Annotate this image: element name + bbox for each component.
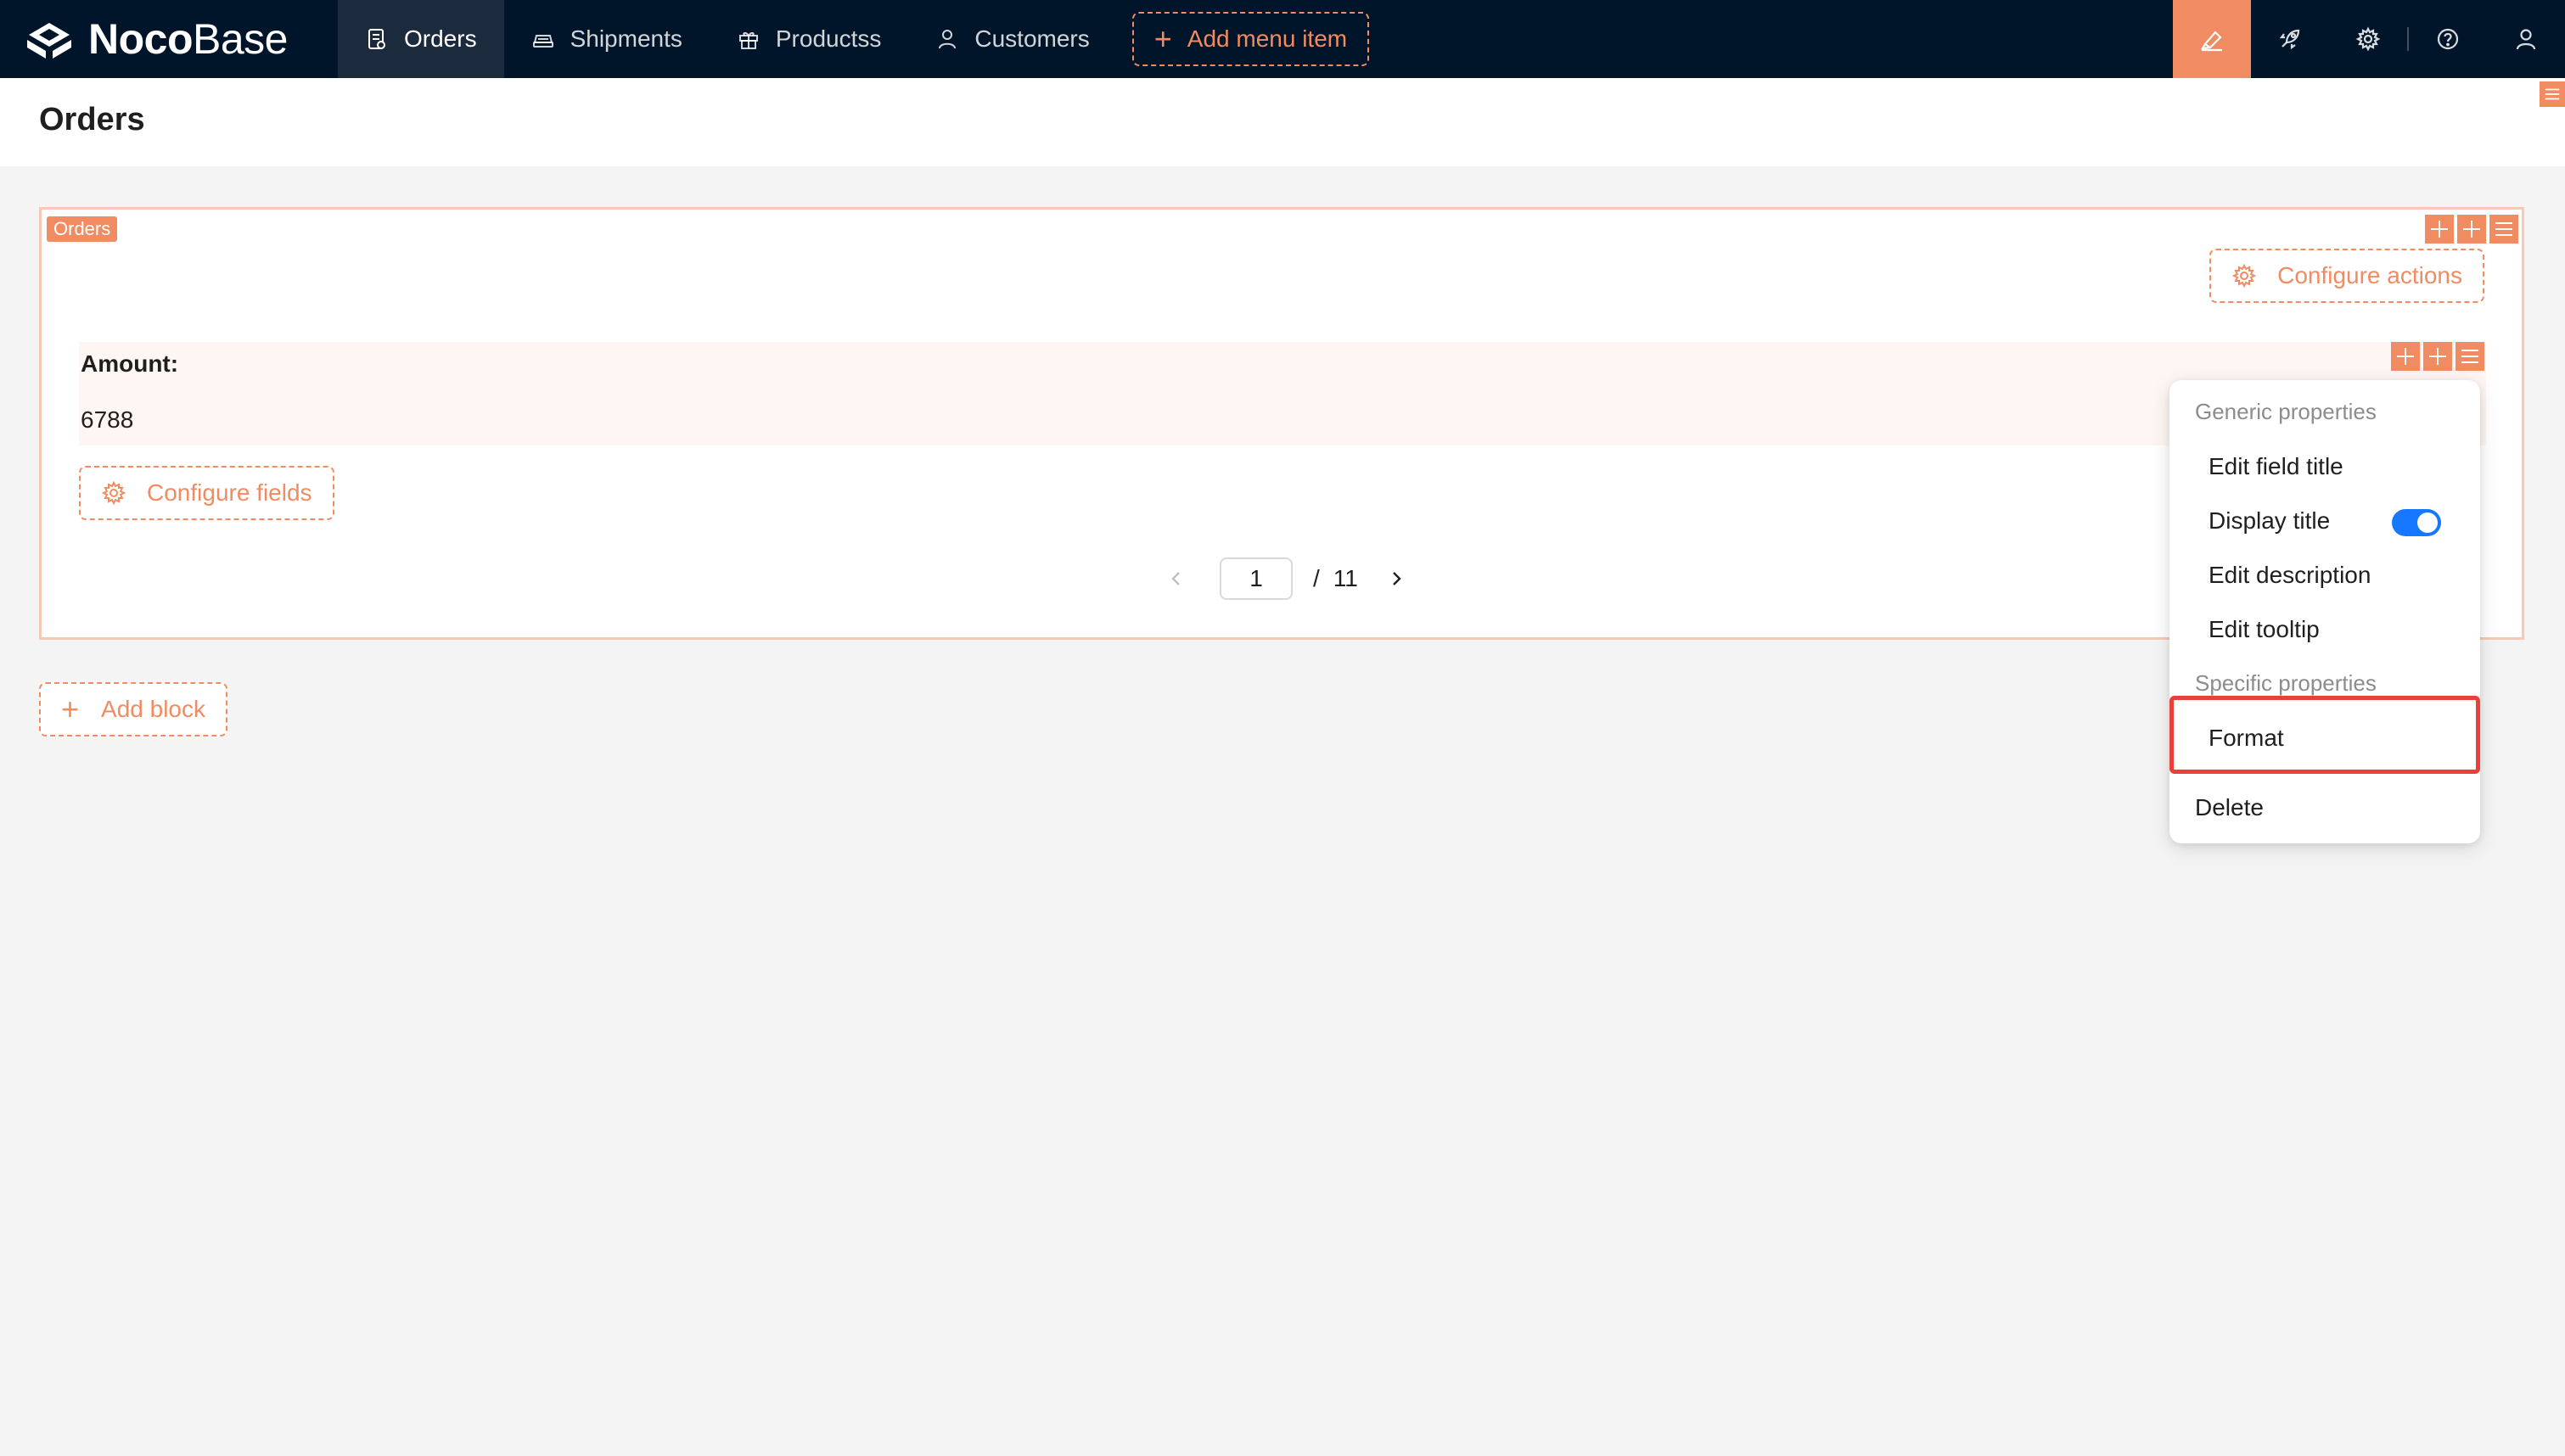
plus-icon <box>2463 221 2480 238</box>
nav-item-shipments[interactable]: Shipments <box>504 0 710 78</box>
field-drag-handle[interactable] <box>2391 342 2420 371</box>
user-icon <box>2516 29 2536 50</box>
page-settings-menu-button[interactable] <box>2540 81 2565 107</box>
field-label-text: Amount <box>81 350 171 377</box>
nav-item-label: Shipments <box>570 25 682 52</box>
pagination: / 11 <box>1155 557 1417 600</box>
add-block-button[interactable]: + Add block <box>39 682 227 736</box>
page-separator: / <box>1313 565 1320 591</box>
plus-icon: + <box>61 692 80 726</box>
menu-icon <box>2461 350 2478 363</box>
chevron-right-icon <box>1393 572 1401 585</box>
user-profile-button[interactable] <box>2487 0 2565 78</box>
chevron-left-icon <box>1171 572 1180 585</box>
file-icon <box>368 29 385 49</box>
page-header: Orders <box>0 78 2565 166</box>
block-drag-handle[interactable] <box>2425 215 2454 244</box>
logo-icon <box>27 23 71 59</box>
help-button[interactable] <box>2409 0 2487 78</box>
specific-properties-heading: Specific properties <box>2195 670 2377 696</box>
amount-field[interactable]: Amount: 6788 <box>79 342 2486 445</box>
field-settings-dropdown: Generic properties Edit field title Disp… <box>2169 380 2480 843</box>
drag-icon <box>2397 348 2414 365</box>
logo-text-bold: Noco <box>88 15 194 63</box>
block-toolbar <box>2425 215 2518 244</box>
prev-page-button[interactable] <box>1155 557 1198 600</box>
delete-item[interactable]: Delete <box>2195 794 2264 821</box>
car-icon <box>532 35 553 48</box>
nav-item-label: Productss <box>775 25 882 52</box>
plus-icon <box>2429 348 2446 365</box>
plugin-manager-button[interactable] <box>2251 0 2329 78</box>
next-page-button[interactable] <box>1375 557 1417 600</box>
top-right-toolbar <box>2173 0 2565 78</box>
configure-fields-label: Configure fields <box>147 479 312 506</box>
gear-icon <box>2231 263 2257 288</box>
edit-description-item[interactable]: Edit description <box>2209 562 2371 589</box>
top-navigation-bar: NocoBase Orders Shipments Productss Cust… <box>0 0 2565 78</box>
gear-icon <box>101 480 126 506</box>
nav-item-label: Orders <box>404 25 477 52</box>
nav-item-label: Customers <box>974 25 1090 52</box>
generic-properties-heading: Generic properties <box>2195 399 2377 424</box>
details-block: Orders Configure actions Amount: 6788 Co… <box>39 207 2524 640</box>
block-settings-button[interactable] <box>2489 215 2518 244</box>
display-title-toggle[interactable] <box>2392 509 2441 536</box>
settings-button[interactable] <box>2329 0 2407 78</box>
nav-item-orders[interactable]: Orders <box>338 0 504 78</box>
logo-text: NocoBase <box>88 14 288 64</box>
configure-actions-button[interactable]: Configure actions <box>2209 249 2484 303</box>
question-icon <box>2437 28 2459 50</box>
add-menu-item-button[interactable]: + Add menu item <box>1131 12 1370 66</box>
field-insert-button[interactable] <box>2423 342 2452 371</box>
edit-tooltip-item[interactable]: Edit tooltip <box>2209 616 2320 643</box>
menu-icon <box>2495 222 2512 236</box>
page-title: Orders <box>39 102 145 137</box>
plus-icon: + <box>1153 21 1172 56</box>
nav-item-products[interactable]: Productss <box>710 0 909 78</box>
gift-icon <box>738 31 758 49</box>
field-settings-button[interactable] <box>2456 342 2484 371</box>
toggle-knob <box>2417 512 2438 533</box>
field-toolbar <box>2391 342 2484 371</box>
add-menu-item-label: Add menu item <box>1187 25 1348 52</box>
nocobase-logo[interactable]: NocoBase <box>0 0 338 78</box>
menu-icon <box>2545 88 2560 100</box>
field-label-colon: : <box>170 350 179 377</box>
ui-editor-button[interactable] <box>2173 0 2251 78</box>
rocket-icon <box>2279 29 2300 50</box>
block-insert-button[interactable] <box>2457 215 2486 244</box>
drag-icon <box>2431 221 2448 238</box>
edit-field-title-item[interactable]: Edit field title <box>2209 453 2343 480</box>
format-highlight-box <box>2169 696 2480 774</box>
display-title-item[interactable]: Display title <box>2209 507 2330 535</box>
add-block-label: Add block <box>101 696 205 722</box>
field-label: Amount: <box>81 350 178 378</box>
gear-icon <box>2355 26 2381 52</box>
configure-actions-label: Configure actions <box>2277 262 2462 288</box>
configure-fields-button[interactable]: Configure fields <box>79 466 334 520</box>
block-collection-tag: Orders <box>47 216 118 242</box>
logo-text-light: Base <box>193 15 288 63</box>
nav-item-customers[interactable]: Customers <box>908 0 1116 78</box>
user-icon <box>939 30 957 49</box>
page-total: 11 <box>1333 565 1358 591</box>
page-number-input[interactable] <box>1220 557 1293 600</box>
highlighter-icon <box>2200 31 2222 52</box>
field-value: 6788 <box>81 406 134 433</box>
